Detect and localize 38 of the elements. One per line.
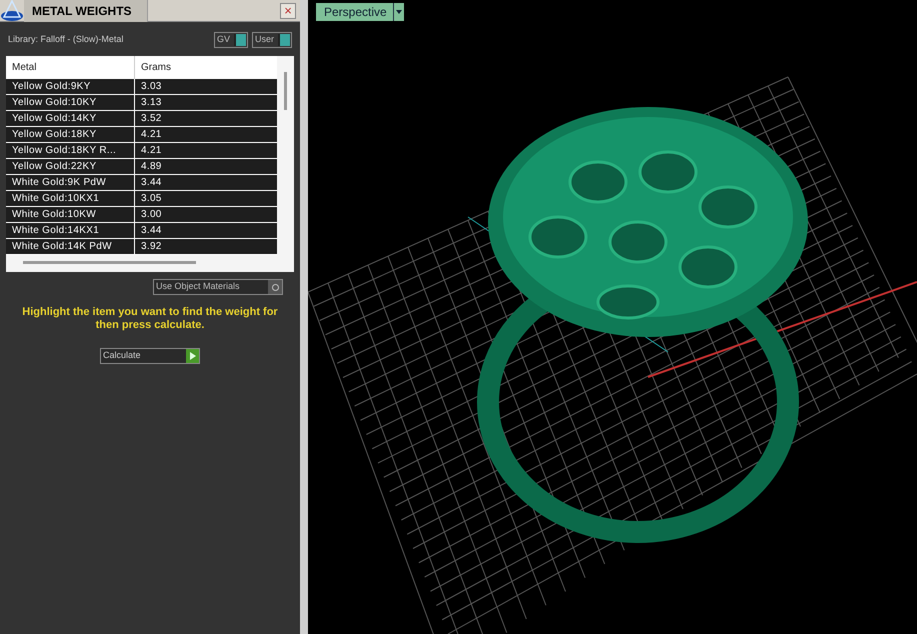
table-cell: White Gold:9K PdW — [6, 175, 135, 190]
table-cell-text: 3.13 — [140, 96, 163, 110]
table-cell-text: 4.89 — [140, 160, 163, 174]
table-cell: Yellow Gold:10KY — [6, 95, 135, 110]
toggle-switch[interactable]: GV — [214, 32, 248, 48]
perspective-view-button[interactable]: Perspective — [316, 3, 404, 21]
table-cell-text: 3.44 — [140, 176, 163, 190]
library-label: Library: Falloff - (Slow)-Metal — [8, 33, 124, 46]
table-cell: White Gold:10KW — [6, 207, 135, 222]
toggle-switch[interactable]: User — [252, 32, 292, 48]
table-cell: Yellow Gold:14KY — [6, 111, 135, 126]
table-cell: Yellow Gold:9KY — [6, 79, 135, 94]
table-cell: White Gold:14KX1 — [6, 223, 135, 238]
table-cell-text: 3.05 — [140, 192, 163, 206]
table-cell-text: 3.00 — [140, 208, 163, 222]
table-cell-text: 3.44 — [140, 224, 163, 238]
column-header[interactable]: Grams — [135, 56, 277, 79]
table-cell-text: 4.21 — [140, 128, 163, 142]
table-cell: Yellow Gold:22KY — [6, 159, 135, 174]
table-cell-text: 3.03 — [140, 80, 163, 94]
panel-splitter[interactable] — [300, 0, 308, 634]
table-cell: Yellow Gold:18KY — [6, 127, 135, 142]
calculate-button[interactable]: Calculate — [100, 348, 200, 364]
table-cell-text: 4.21 — [140, 144, 163, 158]
play-icon — [186, 349, 199, 363]
horizontal-scrollbar[interactable] — [23, 261, 196, 264]
table-cell-text: 3.52 — [140, 112, 163, 126]
table-cell: White Gold:10KX1 — [6, 191, 135, 206]
vertical-scrollbar[interactable] — [284, 72, 287, 110]
table-cell-text: 3.92 — [140, 240, 163, 254]
close-button[interactable]: × — [280, 2, 296, 18]
panel-title: METAL WEIGHTS — [24, 0, 148, 22]
instruction-text: Highlight the item you want to find the weight for then press calculate. — [21, 306, 279, 332]
use-object-materials-toggle[interactable]: Use Object Materials — [153, 279, 283, 295]
dropdown-caret-icon — [392, 3, 404, 21]
table-cell: Yellow Gold:18KY R... — [6, 143, 135, 158]
pyramid-logo-icon — [0, 0, 24, 22]
table-cell: White Gold:14K PdW — [6, 239, 135, 254]
